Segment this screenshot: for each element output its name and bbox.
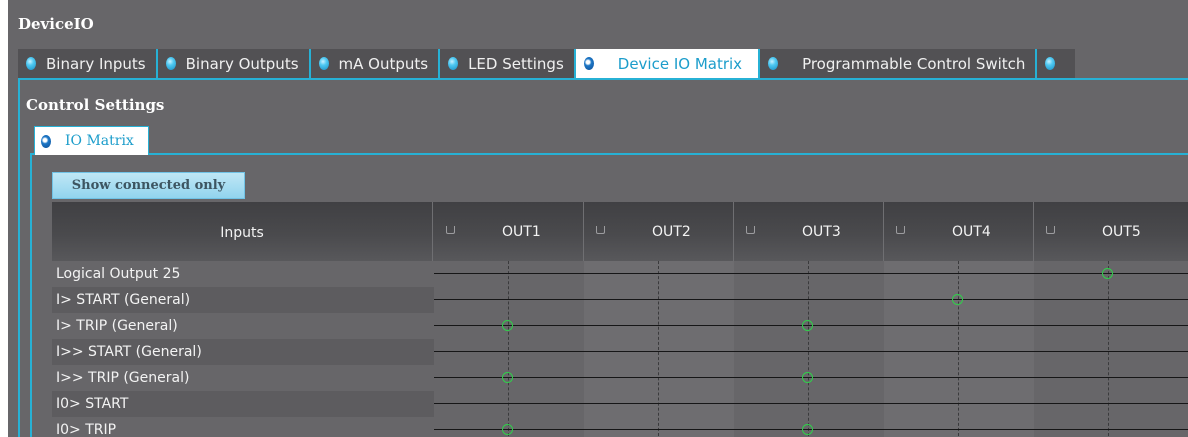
row-line [434,403,1188,404]
row-input-name: I0> START [56,396,129,412]
column-label: OUT2 [652,224,691,240]
inputs-column-header[interactable]: Inputs [52,202,433,261]
connection-node[interactable] [802,320,813,331]
tab-label: LED Settings [468,54,564,73]
matrix-row: I>> TRIP (General) [52,365,1188,391]
collapse-icon[interactable] [896,226,905,234]
connection-node[interactable] [502,372,513,383]
matrix-header: Inputs OUT1 OUT2 OUT3 OUT4 OUT5 [52,202,1188,261]
row-input-name: I>> START (General) [56,344,202,360]
tab-status-icon [165,57,176,70]
row-line [434,351,1188,352]
tab-bar: Binary Inputs Binary Outputs mA Outputs … [18,49,1188,78]
row-line [434,299,1188,300]
tab-programmable-control-switch[interactable]: Programmable Control Switch [760,49,1038,78]
column-line-out1 [508,261,509,437]
column-line-out3 [808,261,809,437]
column-line-out4 [958,261,959,437]
tab-status-icon [583,57,594,70]
show-connected-only-button[interactable]: Show connected only [52,172,245,199]
column-label: OUT3 [802,224,841,240]
io-matrix-grid: Logical Output 25 I> START (General) I> … [52,261,1188,437]
column-header-out5[interactable]: OUT5 [1034,202,1188,261]
tab-binary-inputs[interactable]: Binary Inputs [18,49,158,78]
row-input-name: I>> TRIP (General) [56,370,190,386]
tab-label: Binary Outputs [185,54,299,73]
column-header-out2[interactable]: OUT2 [584,202,734,261]
tab-label: mA Outputs [338,54,429,73]
matrix-row: Logical Output 25 [52,261,1188,287]
tab-binary-outputs[interactable]: Binary Outputs [157,49,311,78]
tab-ma-outputs[interactable]: mA Outputs [310,49,441,78]
connection-node[interactable] [952,294,963,305]
matrix-row: I0> TRIP [52,417,1188,437]
column-label: OUT4 [952,224,991,240]
tab-device-io-matrix[interactable]: Device IO Matrix [575,49,761,78]
connection-node[interactable] [802,424,813,435]
row-line [434,273,1188,274]
row-input-name: I> TRIP (General) [56,318,178,334]
tab-led-settings[interactable]: LED Settings [440,49,576,78]
connection-node[interactable] [502,320,513,331]
column-label: OUT5 [1102,224,1141,240]
column-line-out2 [658,261,659,437]
connection-node[interactable] [502,424,513,435]
column-header-out1[interactable]: OUT1 [434,202,584,261]
tab-status-icon [318,57,329,70]
row-input-name: I> START (General) [56,292,191,308]
matrix-row: I> START (General) [52,287,1188,313]
column-header-out3[interactable]: OUT3 [734,202,884,261]
tab-label: Device IO Matrix [617,54,743,73]
connection-node[interactable] [1102,268,1113,279]
tab-overflow[interactable] [1037,49,1076,78]
section-title: Control Settings [26,96,165,114]
row-input-name: I0> TRIP [56,422,117,437]
tab-status-icon [26,57,36,70]
collapse-icon[interactable] [446,226,455,234]
matrix-row: I0> START [52,391,1188,417]
connection-node[interactable] [802,372,813,383]
column-line-out5 [1108,261,1109,437]
matrix-row: I>> START (General) [52,339,1188,365]
collapse-icon[interactable] [596,226,605,234]
tab-status-icon [1045,57,1056,70]
tab-label: Programmable Control Switch [802,54,1026,73]
subtab-io-matrix[interactable]: IO Matrix [34,126,149,155]
tab-status-icon [448,57,459,70]
matrix-row: I> TRIP (General) [52,313,1188,339]
subtab-label: IO Matrix [65,133,134,149]
column-header-out4[interactable]: OUT4 [884,202,1034,261]
app-title: DeviceIO [18,15,94,33]
collapse-icon[interactable] [1046,226,1055,234]
row-input-name: Logical Output 25 [56,266,181,282]
tab-status-icon [768,57,779,70]
subtab-status-icon [41,134,51,148]
column-label: OUT1 [502,224,541,240]
collapse-icon[interactable] [746,226,755,234]
tab-label: Binary Inputs [46,54,146,73]
